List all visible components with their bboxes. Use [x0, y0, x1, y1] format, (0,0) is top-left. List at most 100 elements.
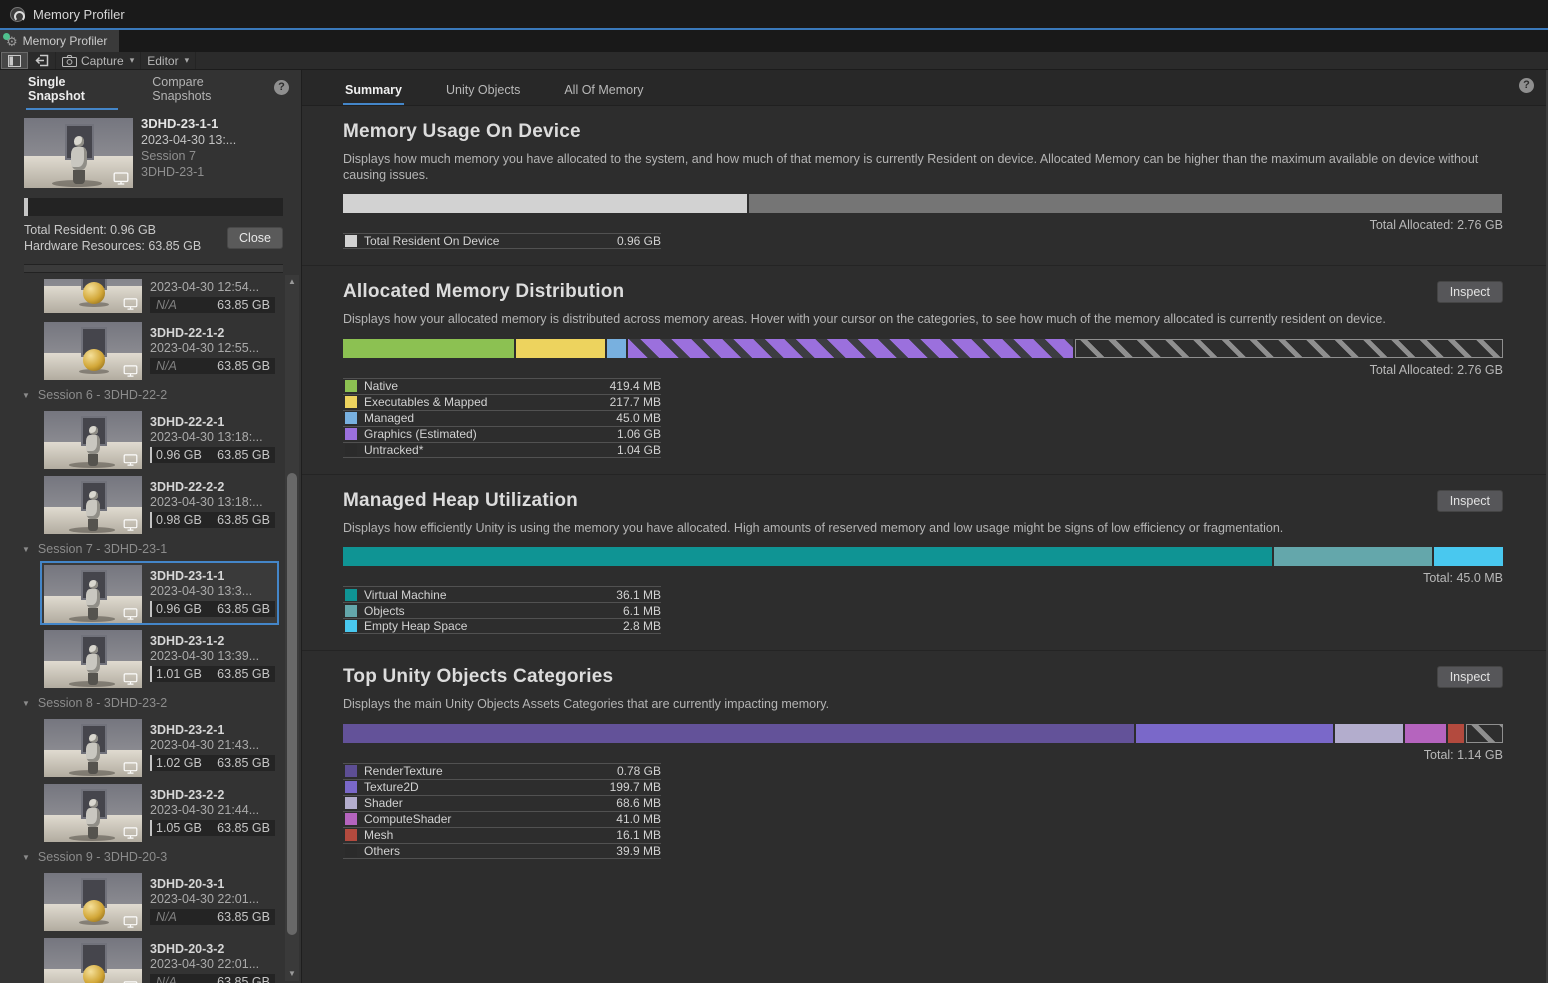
- legend-label: Others: [364, 844, 616, 858]
- legend-value: 217.7 MB: [610, 395, 661, 409]
- snapshot-list-item[interactable]: 3DHD-23-1-12023-04-30 13:3...0.96 GB63.8…: [40, 561, 279, 625]
- snapshot-name: 3DHD-20-3-1: [150, 877, 275, 891]
- legend-row: Graphics (Estimated)1.06 GB: [343, 426, 661, 442]
- section-managed-heap-utilization: Managed Heap UtilizationInspectDisplays …: [302, 475, 1546, 652]
- sidebar-splitter[interactable]: [24, 264, 283, 273]
- inspect-button[interactable]: Inspect: [1437, 281, 1503, 303]
- bar-segment-native[interactable]: [343, 339, 514, 358]
- snapshot-list-item[interactable]: 3DHD-22-1-12023-04-30 12:54...N/A63.85 G…: [40, 277, 279, 317]
- bar-segment-mesh[interactable]: [1448, 724, 1464, 743]
- inspect-button[interactable]: Inspect: [1437, 666, 1503, 688]
- hardware-value: 63.85 GB: [217, 513, 270, 527]
- tab-single-snapshot[interactable]: Single Snapshot: [28, 66, 116, 110]
- hardware-value: 63.85 GB: [217, 821, 270, 835]
- close-snapshot-button[interactable]: Close: [227, 227, 283, 249]
- bar-segment-texture2d[interactable]: [1136, 724, 1334, 743]
- bar-segment-managed[interactable]: [607, 339, 626, 358]
- snapshot-list-item[interactable]: 3DHD-23-1-22023-04-30 13:39...1.01 GB63.…: [40, 626, 279, 690]
- section-title: Top Unity Objects Categories: [343, 666, 613, 688]
- legend-row: Untracked*1.04 GB: [343, 442, 661, 458]
- snapshot-memory-chip: N/A63.85 GB: [150, 974, 275, 983]
- scrollbar-thumb[interactable]: [287, 473, 297, 935]
- summary-help-icon[interactable]: ?: [1519, 78, 1534, 93]
- resident-memory-meter: [24, 198, 283, 216]
- scroll-up-arrow-icon[interactable]: ▲: [285, 275, 299, 289]
- snapshot-memory-chip: N/A63.85 GB: [150, 297, 275, 313]
- memory-breakdown-bar: [343, 547, 1503, 566]
- snapshot-thumbnail: [44, 277, 142, 313]
- bar-segment-empty-heap-space[interactable]: [1434, 547, 1504, 566]
- session-header[interactable]: ▼Session 9 - 3DHD-20-3: [12, 847, 279, 867]
- editor-platform-icon: [123, 519, 138, 531]
- snapshot-list-item[interactable]: 3DHD-23-2-12023-04-30 21:43...1.02 GB63.…: [40, 715, 279, 779]
- editor-platform-icon: [123, 827, 138, 839]
- bar-segment-virtual-machine[interactable]: [343, 547, 1272, 566]
- legend-swatch: [345, 380, 357, 392]
- snapshot-date: 2023-04-30 12:55...: [150, 341, 275, 355]
- legend-swatch: [345, 235, 357, 247]
- snapshots-sidebar: Single Snapshot Compare Snapshots ? 3DHD…: [0, 70, 302, 983]
- collapse-triangle-icon: ▼: [22, 545, 30, 554]
- snapshot-thumbnail: [44, 719, 142, 777]
- section-description: Displays how efficiently Unity is using …: [343, 521, 1503, 537]
- bar-segment-shader[interactable]: [1335, 724, 1403, 743]
- camera-icon: [62, 55, 77, 67]
- section-title: Allocated Memory Distribution: [343, 281, 624, 303]
- sidebar-help-icon[interactable]: ?: [274, 80, 289, 95]
- bar-segment-untracked[interactable]: [1075, 339, 1503, 358]
- snapshot-date: 2023-04-30 22:01...: [150, 892, 275, 906]
- bar-segment-graphics-estimated[interactable]: [628, 339, 1073, 358]
- section-legend: Total Resident On Device0.96 GB: [343, 233, 661, 249]
- snapshot-list: 3DHD-22-1-12023-04-30 12:54...N/A63.85 G…: [0, 273, 301, 983]
- tab-compare-snapshots[interactable]: Compare Snapshots: [152, 66, 255, 110]
- bar-segment-computeshader[interactable]: [1405, 724, 1445, 743]
- tab-all-of-memory[interactable]: All Of Memory: [562, 74, 645, 105]
- section-top-unity-objects-categories: Top Unity Objects CategoriesInspectDispl…: [302, 651, 1546, 875]
- dock-tab-strip: Memory Profiler: [0, 28, 1548, 52]
- inspect-button[interactable]: Inspect: [1437, 490, 1503, 512]
- snapshot-memory-chip: 1.02 GB63.85 GB: [150, 755, 275, 771]
- session-header[interactable]: ▼Session 8 - 3DHD-23-2: [12, 693, 279, 713]
- legend-value: 45.0 MB: [616, 411, 661, 425]
- bar-segment-allocated-remainder[interactable]: [749, 194, 1502, 213]
- bar-segment-others[interactable]: [1466, 724, 1503, 743]
- legend-row: Objects6.1 MB: [343, 602, 661, 618]
- snapshot-list-scrollbar[interactable]: ▲ ▼: [285, 275, 299, 981]
- session-header[interactable]: ▼ Session 7 - 3DHD-23-1: [12, 539, 279, 559]
- tab-summary[interactable]: Summary: [343, 74, 404, 105]
- session-label: Session 7 - 3DHD-23-1: [38, 542, 167, 556]
- snapshot-list-item[interactable]: 3DHD-23-2-22023-04-30 21:44...1.05 GB63.…: [40, 780, 279, 844]
- legend-label: Objects: [364, 604, 623, 618]
- toggle-sidebar-button[interactable]: [1, 52, 28, 69]
- capture-dropdown-caret-icon[interactable]: ▾: [130, 55, 135, 66]
- legend-value: 1.06 GB: [617, 427, 661, 441]
- legend-swatch: [345, 428, 357, 440]
- bar-segment-executables-mapped[interactable]: [516, 339, 605, 358]
- bar-segment-rendertexture[interactable]: [343, 724, 1134, 743]
- snapshot-thumbnail: [44, 565, 142, 623]
- snapshot-name: 3DHD-23-2-1: [150, 723, 275, 737]
- snapshot-name: 3DHD-20-3-2: [150, 942, 275, 956]
- snapshot-list-item[interactable]: 3DHD-22-1-22023-04-30 12:55...N/A63.85 G…: [40, 318, 279, 382]
- bar-segment-total-resident-on-device[interactable]: [343, 194, 747, 213]
- legend-row: Executables & Mapped217.7 MB: [343, 394, 661, 410]
- section-legend: Native419.4 MBExecutables & Mapped217.7 …: [343, 378, 661, 458]
- legend-row: Virtual Machine36.1 MB: [343, 586, 661, 602]
- bar-segment-objects[interactable]: [1274, 547, 1432, 566]
- resident-mini-bar: [150, 820, 152, 836]
- open-snapshot-name: 3DHD-23-1-1: [141, 116, 236, 131]
- legend-value: 36.1 MB: [616, 588, 661, 602]
- snapshot-list-item[interactable]: 3DHD-20-3-22023-04-30 22:01...N/A63.85 G…: [40, 934, 279, 983]
- resident-value: 1.05 GB: [156, 821, 217, 835]
- legend-row: Texture2D199.7 MB: [343, 779, 661, 795]
- legend-label: Virtual Machine: [364, 588, 616, 602]
- tab-memory-profiler[interactable]: Memory Profiler: [0, 30, 119, 52]
- resident-value: 0.96 GB: [156, 602, 217, 616]
- session-header[interactable]: ▼Session 6 - 3DHD-22-2: [12, 385, 279, 405]
- snapshot-list-item[interactable]: 3DHD-22-2-22023-04-30 13:18:...0.98 GB63…: [40, 472, 279, 536]
- scroll-down-arrow-icon[interactable]: ▼: [285, 967, 299, 981]
- snapshot-list-item[interactable]: 3DHD-20-3-12023-04-30 22:01...N/A63.85 G…: [40, 869, 279, 933]
- tab-unity-objects[interactable]: Unity Objects: [444, 74, 522, 105]
- snapshot-list-item[interactable]: 3DHD-22-2-12023-04-30 13:18:...0.96 GB63…: [40, 407, 279, 471]
- legend-swatch: [345, 589, 357, 601]
